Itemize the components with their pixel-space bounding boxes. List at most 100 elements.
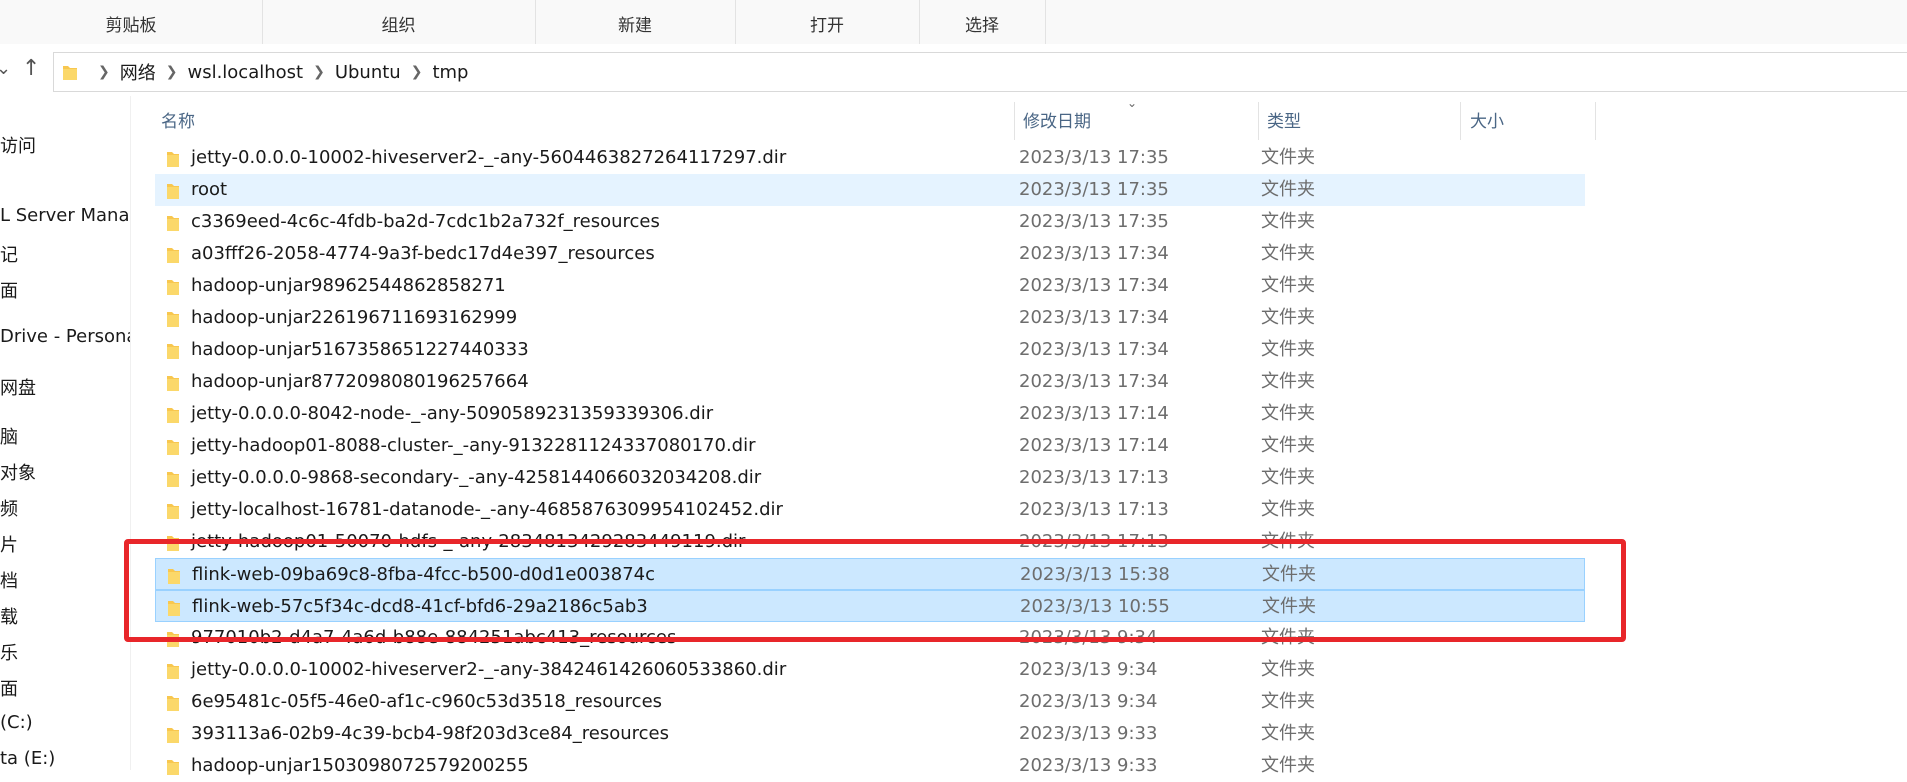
- chevron-right-icon[interactable]: ❯: [411, 64, 423, 80]
- file-type: 文件夹: [1261, 755, 1315, 776]
- folder-icon: [166, 278, 180, 296]
- file-modified-date: 2023/3/13 17:13: [1019, 467, 1169, 488]
- chevron-right-icon[interactable]: ❯: [166, 64, 178, 80]
- chevron-right-icon[interactable]: ❯: [98, 64, 110, 80]
- nav-item[interactable]: 片: [0, 531, 18, 557]
- folder-icon: [166, 758, 180, 776]
- file-row[interactable]: jetty-0.0.0.0-10002-hiveserver2-_-any-56…: [155, 142, 1585, 174]
- file-row[interactable]: hadoop-unjar1503098072579200255 2023/3/13…: [155, 750, 1585, 782]
- file-modified-date: 2023/3/13 17:34: [1019, 307, 1169, 328]
- file-row[interactable]: c3369eed-4c6c-4fdb-ba2d-7cdc1b2a732f_res…: [155, 206, 1585, 238]
- folder-icon: [166, 662, 180, 680]
- folder-icon: [167, 599, 181, 617]
- nav-item[interactable]: 对象: [0, 459, 36, 485]
- ribbon-group-open[interactable]: 打开: [735, 0, 920, 44]
- up-arrow-icon[interactable]: ↑: [22, 56, 40, 81]
- nav-item[interactable]: (C:): [0, 712, 33, 733]
- file-type: 文件夹: [1261, 211, 1315, 232]
- file-modified-date: 2023/3/13 17:14: [1019, 435, 1169, 456]
- file-type: 文件夹: [1261, 243, 1315, 264]
- nav-item[interactable]: 面: [0, 277, 18, 303]
- file-name: jetty-localhost-16781-datanode-_-any-468…: [191, 499, 783, 520]
- file-modified-date: 2023/3/13 9:33: [1019, 755, 1158, 776]
- file-row[interactable]: hadoop-unjar226196711693162999 2023/3/13 …: [155, 302, 1585, 334]
- recent-locations-icon[interactable]: ⌄: [0, 58, 11, 79]
- breadcrumb-ubuntu[interactable]: Ubuntu: [335, 62, 401, 83]
- nav-item[interactable]: 面: [0, 675, 18, 701]
- file-name: 393113a6-02b9-4c39-bcb4-98f203d3ce84_res…: [191, 723, 669, 744]
- nav-item[interactable]: ta (E:): [0, 748, 55, 769]
- file-modified-date: 2023/3/13 17:34: [1019, 339, 1169, 360]
- column-header-type[interactable]: 类型: [1267, 108, 1301, 138]
- folder-icon: [166, 214, 180, 232]
- nav-item[interactable]: Drive - Personal: [0, 326, 130, 347]
- nav-item[interactable]: 脑: [0, 423, 18, 449]
- folder-icon: [166, 150, 180, 168]
- file-row[interactable]: jetty-localhost-16781-datanode-_-any-468…: [155, 494, 1585, 526]
- folder-icon: [166, 694, 180, 712]
- file-row[interactable]: flink-web-57c5f34c-dcd8-41cf-bfd6-29a218…: [155, 590, 1585, 622]
- ribbon-group-select[interactable]: 选择: [919, 0, 1046, 44]
- nav-item[interactable]: 网盘: [0, 374, 36, 400]
- folder-icon: [62, 63, 78, 81]
- navigation-pane: 访问 L Server Manag 记 面 Drive - Personal 网…: [0, 96, 131, 770]
- file-modified-date: 2023/3/13 17:34: [1019, 371, 1169, 392]
- column-header-size[interactable]: 大小: [1470, 108, 1504, 138]
- folder-icon: [166, 726, 180, 744]
- nav-item[interactable]: 记: [0, 241, 18, 267]
- file-row[interactable]: hadoop-unjar98962544862858271 2023/3/13 1…: [155, 270, 1585, 302]
- nav-item[interactable]: 档: [0, 567, 18, 593]
- file-row[interactable]: 6e95481c-05f5-46e0-af1c-c960c53d3518_res…: [155, 686, 1585, 718]
- breadcrumb-network[interactable]: 网络: [120, 59, 156, 85]
- column-header-name[interactable]: 名称: [161, 108, 195, 138]
- nav-item[interactable]: L Server Manag: [0, 205, 130, 226]
- file-name: 977010b2-d4a7-4a6d-b88e-884251abc413_res…: [191, 627, 677, 648]
- file-type: 文件夹: [1261, 435, 1315, 456]
- file-row[interactable]: jetty-0.0.0.0-8042-node-_-any-5090589231…: [155, 398, 1585, 430]
- column-divider[interactable]: [1014, 102, 1015, 140]
- chevron-right-icon[interactable]: ❯: [313, 64, 325, 80]
- address-bar[interactable]: ❯ 网络 ❯ wsl.localhost ❯ Ubuntu ❯ tmp: [53, 52, 1907, 92]
- file-name: hadoop-unjar8772098080196257664: [191, 371, 529, 392]
- folder-icon: [166, 342, 180, 360]
- file-row[interactable]: 977010b2-d4a7-4a6d-b88e-884251abc413_res…: [155, 622, 1585, 654]
- file-row[interactable]: a03fff26-2058-4774-9a3f-bedc17d4e397_res…: [155, 238, 1585, 270]
- folder-icon: [166, 630, 180, 648]
- file-modified-date: 2023/3/13 17:14: [1019, 403, 1169, 424]
- file-type: 文件夹: [1261, 403, 1315, 424]
- column-divider[interactable]: [1595, 102, 1596, 140]
- file-name: hadoop-unjar98962544862858271: [191, 275, 506, 296]
- file-row[interactable]: 393113a6-02b9-4c39-bcb4-98f203d3ce84_res…: [155, 718, 1585, 750]
- column-divider[interactable]: [1460, 102, 1461, 140]
- breadcrumb-tmp[interactable]: tmp: [432, 62, 468, 83]
- file-row[interactable]: hadoop-unjar5167358651227440333 2023/3/13…: [155, 334, 1585, 366]
- ribbon-group-clipboard[interactable]: 剪贴板: [0, 0, 263, 44]
- folder-icon: [166, 502, 180, 520]
- column-divider[interactable]: [1258, 102, 1259, 140]
- nav-item[interactable]: 载: [0, 603, 18, 629]
- ribbon-group-organize[interactable]: 组织: [262, 0, 536, 44]
- file-row[interactable]: jetty-hadoop01-8088-cluster-_-any-913228…: [155, 430, 1585, 462]
- file-name: jetty-0.0.0.0-10002-hiveserver2-_-any-38…: [191, 659, 787, 680]
- file-name: root: [191, 179, 228, 200]
- file-row[interactable]: jetty-hadoop01-50070-hdfs-_-any-28348134…: [155, 526, 1585, 558]
- column-header-date[interactable]: 修改日期: [1023, 108, 1091, 138]
- file-row[interactable]: hadoop-unjar8772098080196257664 2023/3/13…: [155, 366, 1585, 398]
- file-row[interactable]: jetty-0.0.0.0-9868-secondary-_-any-42581…: [155, 462, 1585, 494]
- file-modified-date: 2023/3/13 17:35: [1019, 179, 1169, 200]
- file-row[interactable]: jetty-0.0.0.0-10002-hiveserver2-_-any-38…: [155, 654, 1585, 686]
- file-type: 文件夹: [1261, 691, 1315, 712]
- nav-item[interactable]: 乐: [0, 639, 18, 665]
- file-modified-date: 2023/3/13 17:34: [1019, 243, 1169, 264]
- file-row[interactable]: flink-web-09ba69c8-8fba-4fcc-b500-d0d1e0…: [155, 558, 1585, 590]
- file-type: 文件夹: [1261, 307, 1315, 328]
- file-modified-date: 2023/3/13 17:13: [1019, 531, 1169, 552]
- nav-item[interactable]: 频: [0, 495, 18, 521]
- nav-item[interactable]: 访问: [0, 132, 36, 158]
- breadcrumb-wsl[interactable]: wsl.localhost: [187, 62, 303, 83]
- folder-icon: [167, 567, 181, 585]
- ribbon-group-new[interactable]: 新建: [535, 0, 736, 44]
- file-modified-date: 2023/3/13 17:35: [1019, 211, 1169, 232]
- folder-icon: [166, 246, 180, 264]
- file-row[interactable]: root 2023/3/13 17:35 文件夹: [155, 174, 1585, 206]
